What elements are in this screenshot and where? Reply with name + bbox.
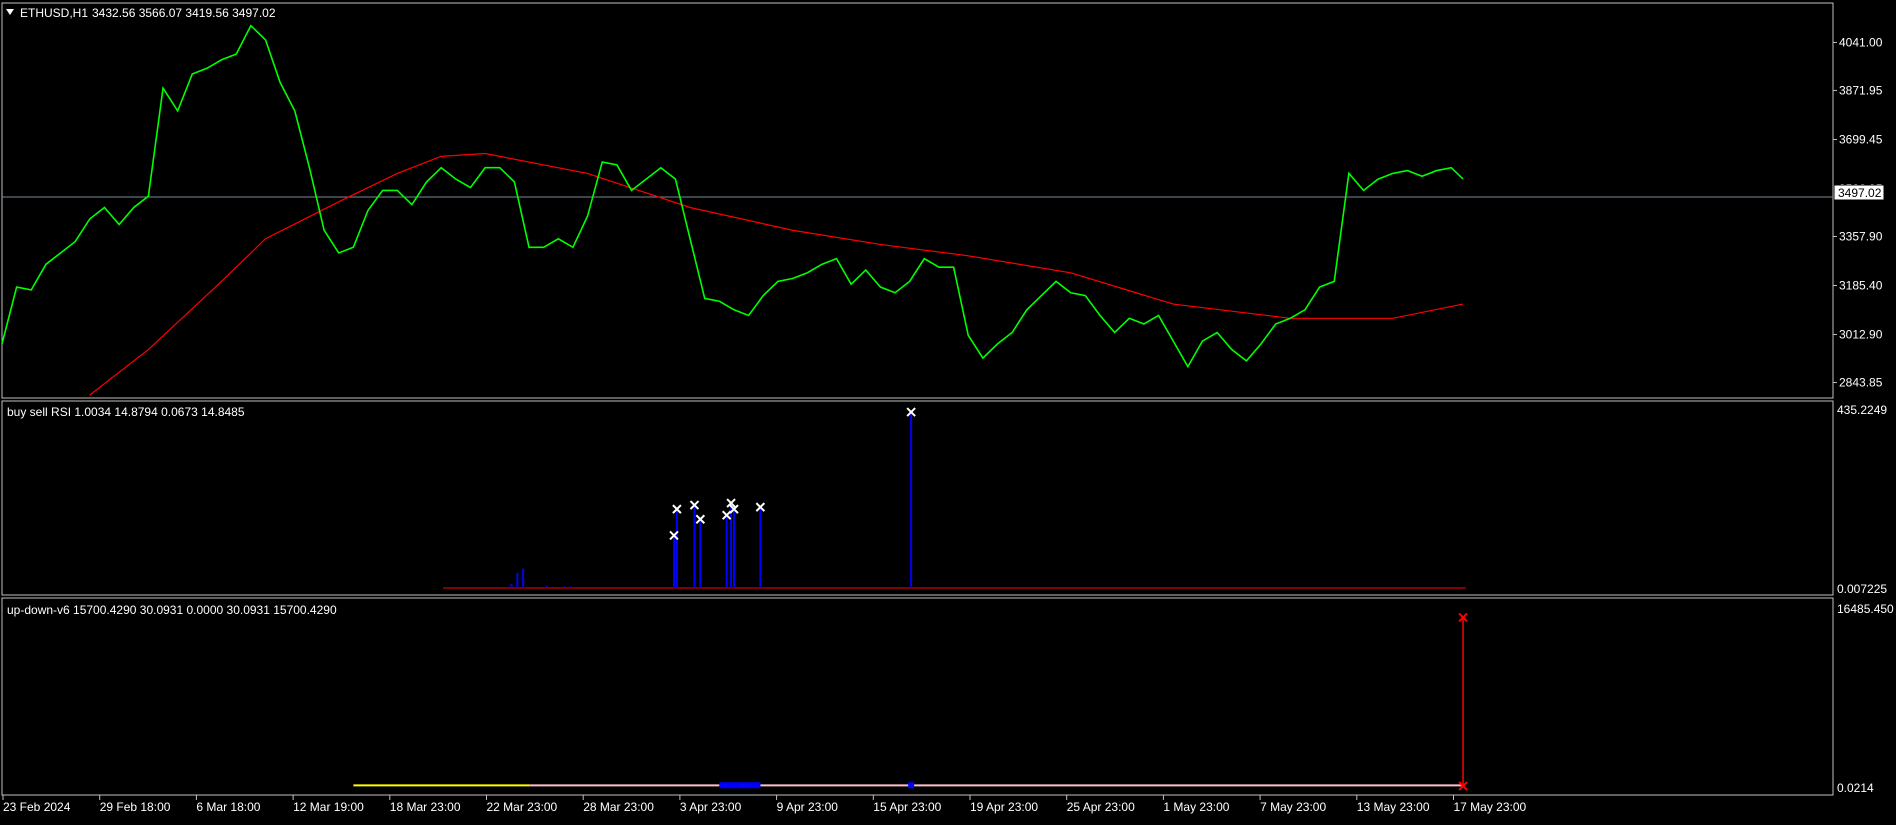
rsi-label: buy sell RSI 1.0034 14.8794 0.0673 14.84… <box>7 405 245 419</box>
price-tick-label: 3699.45 <box>1839 132 1883 146</box>
rsi-tick-max: 435.2249 <box>1837 403 1887 417</box>
time-tick-label: 13 May 23:00 <box>1357 800 1430 814</box>
current-price-tag: 3497.02 <box>1833 184 1885 201</box>
updown-blue-point <box>748 782 755 789</box>
time-tick-label: 1 May 23:00 <box>1163 800 1229 814</box>
price-y-axis: 4041.003871.953699.453526.953357.903185.… <box>1833 35 1883 390</box>
chart-root: ETHUSD,H1 3432.56 3566.07 3419.56 3497.0… <box>0 0 1896 820</box>
price-tick-label: 3357.90 <box>1839 230 1883 244</box>
updown-blue-point <box>719 782 726 789</box>
time-tick-label: 7 May 23:00 <box>1260 800 1326 814</box>
price-pane-frame <box>1 2 1834 399</box>
time-tick-label: 12 Mar 19:00 <box>293 800 364 814</box>
time-axis: 23 Feb 2024 29 Feb 18:00 6 Mar 18:00 12 Mar… <box>2 795 1527 814</box>
price-tick-label: 4041.00 <box>1839 35 1883 49</box>
updown-pane: up-down-v6 15700.4290 30.0931 0.0000 30.… <box>1 597 1894 796</box>
updown-blue-point <box>731 782 737 789</box>
rsi-tick-min: 0.007225 <box>1837 582 1887 596</box>
updown-blue-point <box>754 782 761 789</box>
time-tick-label: 9 Apr 23:00 <box>777 800 839 814</box>
updown-blue-point <box>742 782 749 789</box>
price-tick-label: 3871.95 <box>1839 83 1883 97</box>
updown-blue-point <box>725 782 732 789</box>
time-tick-label: 22 Mar 23:00 <box>487 800 558 814</box>
time-tick-label: 18 Mar 23:00 <box>390 800 461 814</box>
price-tick-label: 3185.40 <box>1839 279 1883 293</box>
price-tick-label: 3012.90 <box>1839 328 1883 342</box>
updown-blue-point <box>908 782 915 789</box>
ohlc-label: 3432.56 3566.07 3419.56 3497.02 <box>92 6 276 20</box>
time-tick-label: 19 Apr 23:00 <box>970 800 1038 814</box>
updown-label: up-down-v6 15700.4290 30.0931 0.0000 30.… <box>7 603 337 617</box>
current-price-label: 3497.02 <box>1838 186 1882 200</box>
chart-svg: ETHUSD,H1 3432.56 3566.07 3419.56 3497.0… <box>1 2 1894 814</box>
symbol-label: ETHUSD,H1 <box>20 6 88 20</box>
time-tick-label: 17 May 23:00 <box>1454 800 1527 814</box>
time-tick-label: 15 Apr 23:00 <box>873 800 941 814</box>
time-tick-label: 3 Apr 23:00 <box>680 800 742 814</box>
price-tick-label: 2843.85 <box>1839 376 1883 390</box>
time-tick-label: 25 Apr 23:00 <box>1067 800 1135 814</box>
updown-tick-min: 0.0214 <box>1837 781 1874 795</box>
updown-blue-point <box>736 782 743 789</box>
updown-tick-max: 16485.450 <box>1837 602 1894 616</box>
price-pane: ETHUSD,H1 3432.56 3566.07 3419.56 3497.0… <box>1 2 1885 399</box>
updown-pane-frame <box>1 597 1834 796</box>
time-tick-label: 6 Mar 18:00 <box>196 800 260 814</box>
rsi-pane-frame <box>1 400 1834 596</box>
time-tick-label: 29 Feb 18:00 <box>100 800 171 814</box>
time-tick-label: 28 Mar 23:00 <box>583 800 654 814</box>
time-tick-label: 23 Feb 2024 <box>3 800 71 814</box>
rsi-pane: buy sell RSI 1.0034 14.8794 0.0673 14.84… <box>1 400 1887 596</box>
